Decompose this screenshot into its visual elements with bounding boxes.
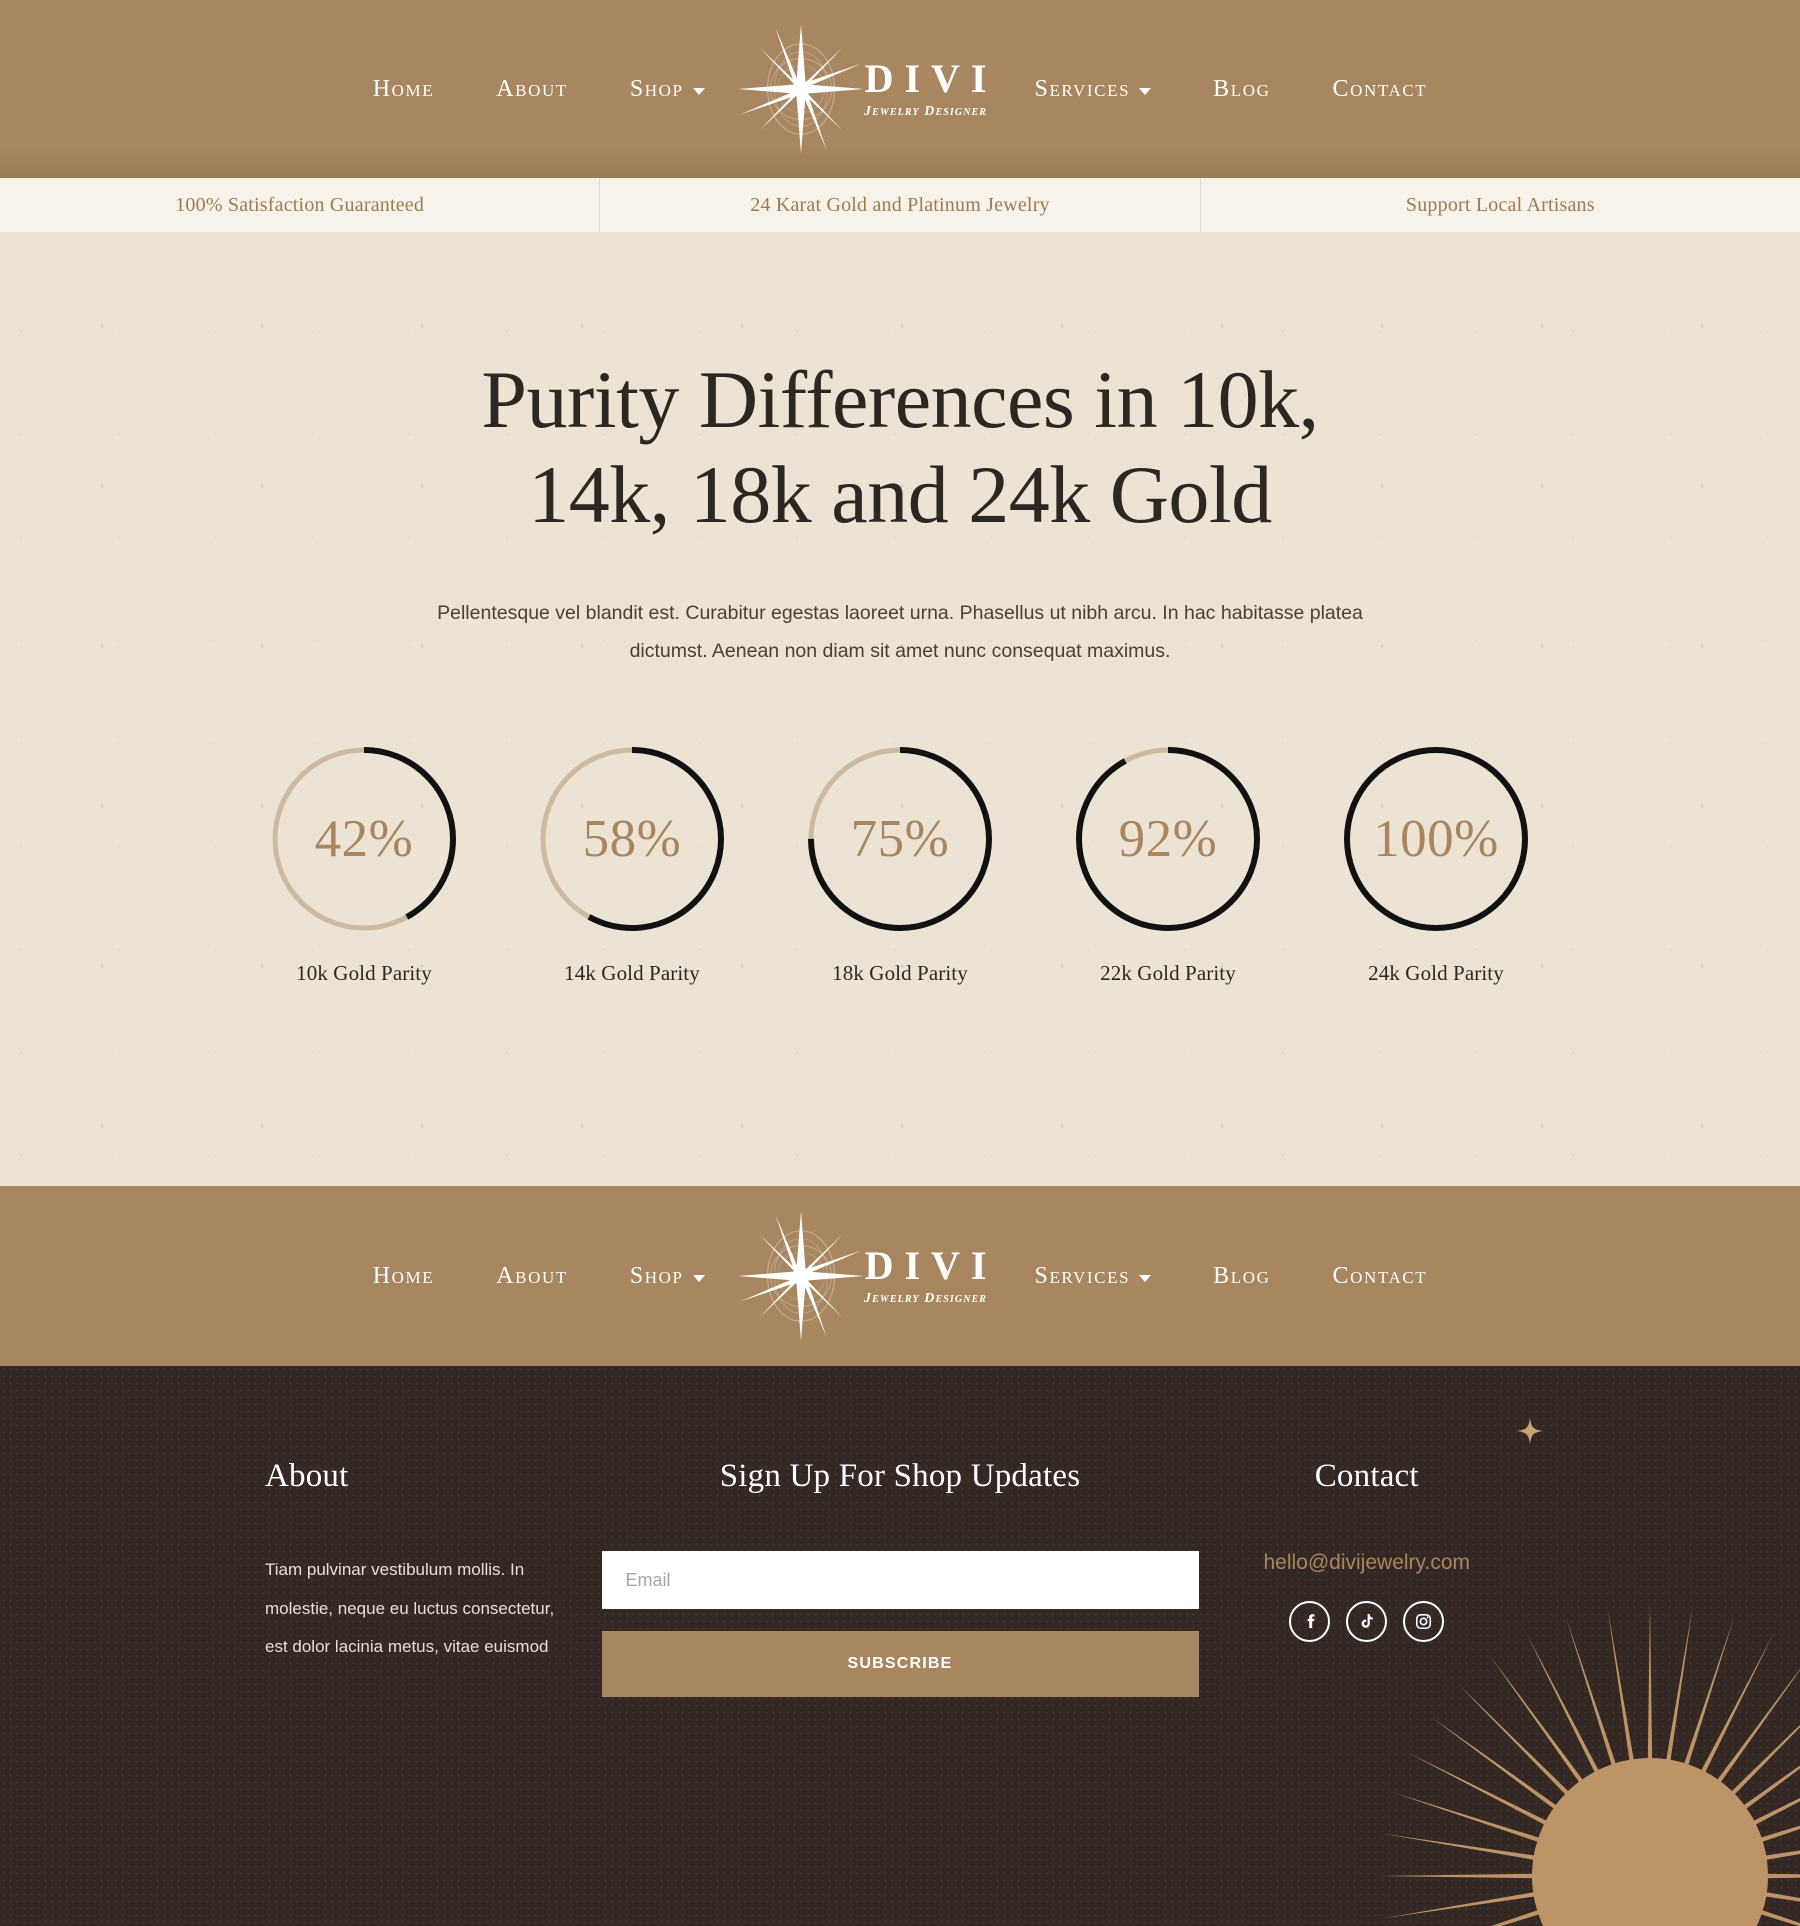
brand-logo[interactable]: DIVI Jewelry Designer: [736, 24, 1004, 154]
counter-label: 22k Gold Parity: [1100, 961, 1236, 986]
chevron-down-icon: [692, 87, 705, 95]
counter-value: 92%: [1118, 810, 1218, 869]
footer-about-column: About Tiam pulvinar vestibulum mollis. I…: [265, 1458, 602, 1697]
page-title: Purity Differences in 10k, 14k, 18k and …: [400, 352, 1400, 542]
nav-item-services[interactable]: Services: [1004, 76, 1183, 103]
nav-item-home[interactable]: Home: [342, 76, 466, 103]
footer-signup-heading: Sign Up For Shop Updates: [719, 1458, 1081, 1495]
brand-name: DIVI: [864, 1242, 998, 1288]
page-subtitle: Pellentesque vel blandit est. Curabitur …: [437, 602, 1363, 663]
circle-counter-row: 42% 10k Gold Parity 58% 14k Gold Parity 75% 1…: [0, 742, 1800, 986]
nav-label: Contact: [1332, 75, 1428, 102]
footer-signup-column: Sign Up For Shop Updates SUBSCRIBE: [601, 1458, 1199, 1698]
nav-label: Services: [1034, 1262, 1131, 1289]
tiktok-icon[interactable]: [1346, 1601, 1388, 1643]
site-header: Home About Shop DIVI Jewelry Designer Se…: [0, 0, 1800, 178]
announcement-item-2: 24 Karat Gold and Platinum Jewelry: [600, 178, 1201, 232]
counter-value: 42%: [314, 810, 414, 869]
nav-item-about[interactable]: About: [465, 76, 599, 103]
circle-counter: 75% 18k Gold Parity: [766, 742, 1034, 986]
compass-star-icon: [737, 1211, 864, 1342]
footer-navigation: Home About Shop DIVI Jewelry Designer Se…: [342, 1211, 1459, 1342]
main-content: Purity Differences in 10k, 14k, 18k and …: [0, 232, 1800, 1186]
nav-label: Home: [372, 75, 435, 102]
page-title-line-1: Purity Differences in 10k,: [481, 354, 1319, 445]
footer-brand-logo[interactable]: DIVI Jewelry Designer: [736, 1211, 1004, 1342]
counter-label: 10k Gold Parity: [296, 961, 432, 986]
chevron-down-icon: [1139, 1274, 1152, 1282]
page-root: Home About Shop DIVI Jewelry Designer Se…: [0, 0, 1800, 1926]
nav-label: About: [496, 75, 568, 102]
nav-label: Shop: [629, 1262, 684, 1289]
nav-label: About: [496, 1262, 568, 1289]
footer-contact-heading: Contact: [1314, 1458, 1419, 1495]
footer-nav-item-services[interactable]: Services: [1004, 1263, 1183, 1290]
primary-navigation: Home About Shop DIVI Jewelry Designer Se…: [342, 24, 1459, 154]
footer-nav-item-home[interactable]: Home: [342, 1263, 466, 1290]
circle-counter: 58% 14k Gold Parity: [498, 742, 766, 986]
subscribe-button[interactable]: SUBSCRIBE: [601, 1631, 1199, 1698]
counter-label: 14k Gold Parity: [564, 961, 700, 986]
nav-label: Services: [1034, 75, 1131, 102]
nav-item-shop[interactable]: Shop: [599, 76, 736, 103]
announcement-bar: 100% Satisfaction Guaranteed 24 Karat Go…: [0, 178, 1800, 232]
nav-label: Shop: [629, 75, 684, 102]
sparkle-icon: [1517, 1418, 1543, 1445]
chevron-down-icon: [692, 1274, 705, 1282]
chevron-down-icon: [1139, 87, 1152, 95]
circle-counter: 92% 22k Gold Parity: [1034, 742, 1302, 986]
counter-value: 100%: [1373, 810, 1499, 869]
circle-counter: 42% 10k Gold Parity: [230, 742, 498, 986]
footer-nav-item-blog[interactable]: Blog: [1182, 1263, 1301, 1290]
counter-value: 58%: [582, 810, 682, 869]
nav-label: Blog: [1213, 75, 1271, 102]
circle-counter: 100% 24k Gold Parity: [1302, 742, 1570, 986]
facebook-icon[interactable]: [1289, 1601, 1331, 1643]
social-links: [1199, 1601, 1536, 1643]
footer-about-heading: About: [265, 1458, 349, 1495]
announcement-item-1: 100% Satisfaction Guaranteed: [0, 178, 601, 232]
counter-value: 75%: [850, 810, 950, 869]
nav-label: Home: [372, 1262, 435, 1289]
progress-ring: 58%: [535, 742, 729, 936]
counter-label: 24k Gold Parity: [1368, 961, 1504, 986]
nav-label: Contact: [1332, 1262, 1428, 1289]
progress-ring: 42%: [267, 742, 461, 936]
progress-ring: 92%: [1071, 742, 1265, 936]
footer-nav-item-about[interactable]: About: [465, 1263, 599, 1290]
email-input[interactable]: [601, 1551, 1199, 1610]
brand-name: DIVI: [864, 55, 998, 101]
compass-star-icon: [737, 24, 864, 154]
footer-about-text: Tiam pulvinar vestibulum mollis. In mole…: [265, 1560, 555, 1656]
counter-label: 18k Gold Parity: [832, 961, 968, 986]
contact-email-link[interactable]: hello@divijewelry.com: [1264, 1551, 1471, 1575]
site-footer: About Tiam pulvinar vestibulum mollis. I…: [0, 1366, 1800, 1926]
page-title-line-2: 14k, 18k and 24k Gold: [528, 449, 1272, 541]
footer-contact-column: Contact hello@divijewelry.com: [1199, 1458, 1536, 1697]
brand-tagline: Jewelry Designer: [864, 1290, 988, 1306]
progress-ring: 75%: [803, 742, 997, 936]
nav-item-blog[interactable]: Blog: [1182, 76, 1301, 103]
footer-nav-item-contact[interactable]: Contact: [1302, 1263, 1459, 1290]
announcement-item-3: Support Local Artisans: [1405, 193, 1595, 216]
nav-item-contact[interactable]: Contact: [1302, 76, 1459, 103]
footer-nav-item-shop[interactable]: Shop: [599, 1263, 736, 1290]
progress-ring: 100%: [1339, 742, 1533, 936]
brand-tagline: Jewelry Designer: [864, 103, 988, 119]
footer-navigation-bar: Home About Shop DIVI Jewelry Designer Se…: [0, 1186, 1800, 1367]
instagram-icon[interactable]: [1403, 1601, 1445, 1643]
nav-label: Blog: [1213, 1262, 1271, 1289]
